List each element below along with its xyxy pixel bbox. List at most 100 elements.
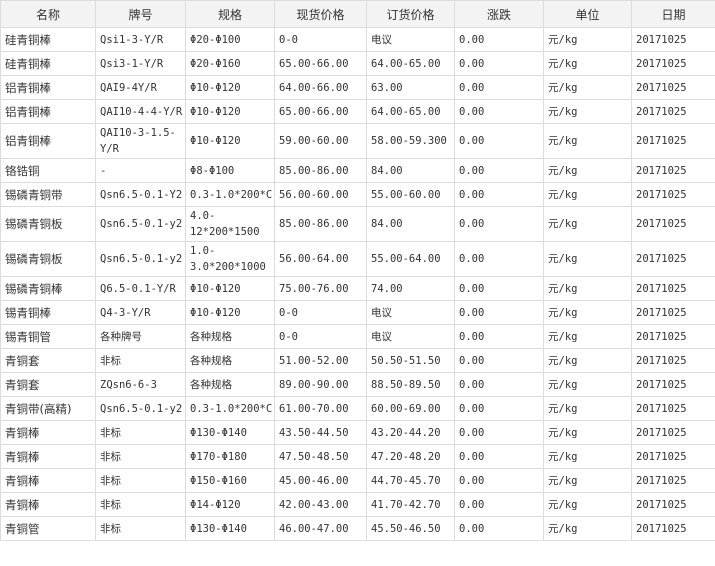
col-header-unit: 单位 xyxy=(543,0,632,28)
cell-change: 0.00 xyxy=(454,158,544,183)
cell-grade: 各种牌号 xyxy=(95,324,186,349)
cell-change: 0.00 xyxy=(454,420,544,445)
cell-name: 青铜棒 xyxy=(0,492,96,517)
cell-change: 0.00 xyxy=(454,206,544,242)
table-row: 硅青铜棒 Qsi3-1-Y/R Φ20-Φ160 65.00-66.00 64.00-6… xyxy=(0,51,715,76)
table-row: 锡磷青铜带 Qsn6.5-0.1-Y2 0.3-1.0*200*C 56.00-60.… xyxy=(0,182,715,207)
col-header-spot-price: 现货价格 xyxy=(274,0,367,28)
cell-name: 硅青铜棒 xyxy=(0,51,96,76)
cell-order-price: 84.00 xyxy=(366,206,455,242)
table-row: 铝青铜棒 QAI9-4Y/R Φ10-Φ120 64.00-66.00 63.00 0.0… xyxy=(0,75,715,100)
cell-date: 20171025 xyxy=(631,75,715,100)
cell-change: 0.00 xyxy=(454,123,544,159)
col-header-order-price: 订货价格 xyxy=(366,0,455,28)
cell-date: 20171025 xyxy=(631,396,715,421)
table-row: 锡青铜棒 Q4-3-Y/R Φ10-Φ120 0-0 电议 0.00 元/kg 2017102… xyxy=(0,300,715,325)
cell-name: 青铜带(高精) xyxy=(0,396,96,421)
cell-spot-price: 46.00-47.00 xyxy=(274,516,367,541)
cell-spot-price: 56.00-60.00 xyxy=(274,182,367,207)
table-row: 青铜棒 非标 Φ170-Φ180 47.50-48.50 47.20-48.20 0.00… xyxy=(0,444,715,469)
cell-change: 0.00 xyxy=(454,99,544,124)
cell-unit: 元/kg xyxy=(543,123,632,159)
table-row: 锡磷青铜板 Qsn6.5-0.1-y2 1.0- 3.0*200*1000 56.00… xyxy=(0,241,715,277)
cell-spot-price: 85.00-86.00 xyxy=(274,158,367,183)
cell-order-price: 55.00-64.00 xyxy=(366,241,455,277)
cell-spot-price: 43.50-44.50 xyxy=(274,420,367,445)
cell-change: 0.00 xyxy=(454,348,544,373)
cell-unit: 元/kg xyxy=(543,444,632,469)
cell-date: 20171025 xyxy=(631,123,715,159)
cell-name: 锡青铜管 xyxy=(0,324,96,349)
cell-name: 锡磷青铜板 xyxy=(0,241,96,277)
cell-order-price: 50.50-51.50 xyxy=(366,348,455,373)
cell-date: 20171025 xyxy=(631,99,715,124)
cell-spec: Φ10-Φ120 xyxy=(185,99,275,124)
cell-unit: 元/kg xyxy=(543,182,632,207)
cell-spec: Φ14-Φ120 xyxy=(185,492,275,517)
cell-spot-price: 0-0 xyxy=(274,27,367,52)
cell-spec: Φ10-Φ120 xyxy=(185,123,275,159)
cell-name: 铬锆铜 xyxy=(0,158,96,183)
cell-name: 青铜套 xyxy=(0,348,96,373)
cell-order-price: 74.00 xyxy=(366,276,455,301)
cell-name: 青铜管 xyxy=(0,516,96,541)
cell-spec: Φ20-Φ160 xyxy=(185,51,275,76)
col-header-grade: 牌号 xyxy=(95,0,186,28)
cell-name: 铝青铜棒 xyxy=(0,99,96,124)
cell-change: 0.00 xyxy=(454,75,544,100)
cell-unit: 元/kg xyxy=(543,27,632,52)
cell-date: 20171025 xyxy=(631,276,715,301)
cell-unit: 元/kg xyxy=(543,348,632,373)
cell-spec: 各种规格 xyxy=(185,348,275,373)
cell-unit: 元/kg xyxy=(543,396,632,421)
cell-grade: 非标 xyxy=(95,444,186,469)
cell-spec: 各种规格 xyxy=(185,372,275,397)
cell-order-price: 电议 xyxy=(366,300,455,325)
cell-spot-price: 56.00-64.00 xyxy=(274,241,367,277)
cell-spec: 0.3-1.0*200*C xyxy=(185,396,275,421)
cell-change: 0.00 xyxy=(454,372,544,397)
cell-grade: Qsn6.5-0.1-Y2 xyxy=(95,182,186,207)
cell-order-price: 64.00-65.00 xyxy=(366,99,455,124)
cell-spec: Φ130-Φ140 xyxy=(185,420,275,445)
cell-spec: Φ8-Φ100 xyxy=(185,158,275,183)
cell-spot-price: 0-0 xyxy=(274,324,367,349)
cell-spot-price: 65.00-66.00 xyxy=(274,99,367,124)
table-row: 铝青铜棒 QAI10-3-1.5- Y/R Φ10-Φ120 59.00-60.00 5… xyxy=(0,123,715,159)
cell-spot-price: 65.00-66.00 xyxy=(274,51,367,76)
table-row: 铝青铜棒 QAI10-4-4-Y/R Φ10-Φ120 65.00-66.00 64.0… xyxy=(0,99,715,124)
cell-unit: 元/kg xyxy=(543,300,632,325)
cell-grade: Qsn6.5-0.1-y2 xyxy=(95,206,186,242)
cell-spec: 0.3-1.0*200*C xyxy=(185,182,275,207)
cell-name: 硅青铜棒 xyxy=(0,27,96,52)
cell-spot-price: 0-0 xyxy=(274,300,367,325)
cell-order-price: 电议 xyxy=(366,27,455,52)
cell-unit: 元/kg xyxy=(543,324,632,349)
cell-change: 0.00 xyxy=(454,300,544,325)
cell-order-price: 63.00 xyxy=(366,75,455,100)
cell-spot-price: 51.00-52.00 xyxy=(274,348,367,373)
cell-spec: Φ10-Φ120 xyxy=(185,276,275,301)
cell-order-price: 43.20-44.20 xyxy=(366,420,455,445)
cell-order-price: 60.00-69.00 xyxy=(366,396,455,421)
cell-change: 0.00 xyxy=(454,276,544,301)
cell-name: 锡磷青铜板 xyxy=(0,206,96,242)
cell-name: 青铜套 xyxy=(0,372,96,397)
cell-change: 0.00 xyxy=(454,324,544,349)
cell-change: 0.00 xyxy=(454,27,544,52)
table-row: 铬锆铜 - Φ8-Φ100 85.00-86.00 84.00 0.00 元/kg 20171… xyxy=(0,158,715,183)
cell-unit: 元/kg xyxy=(543,468,632,493)
col-header-date: 日期 xyxy=(631,0,715,28)
cell-order-price: 88.50-89.50 xyxy=(366,372,455,397)
table-row: 青铜套 非标 各种规格 51.00-52.00 50.50-51.50 0.00 元/kg 2… xyxy=(0,348,715,373)
cell-name: 锡青铜棒 xyxy=(0,300,96,325)
cell-date: 20171025 xyxy=(631,324,715,349)
table-row: 锡磷青铜棒 Q6.5-0.1-Y/R Φ10-Φ120 75.00-76.00 74.0… xyxy=(0,276,715,301)
cell-grade: - xyxy=(95,158,186,183)
table-row: 青铜棒 非标 Φ14-Φ120 42.00-43.00 41.70-42.70 0.00 元… xyxy=(0,492,715,517)
cell-name: 铝青铜棒 xyxy=(0,75,96,100)
cell-spot-price: 47.50-48.50 xyxy=(274,444,367,469)
cell-date: 20171025 xyxy=(631,348,715,373)
cell-spot-price: 61.00-70.00 xyxy=(274,396,367,421)
cell-change: 0.00 xyxy=(454,182,544,207)
